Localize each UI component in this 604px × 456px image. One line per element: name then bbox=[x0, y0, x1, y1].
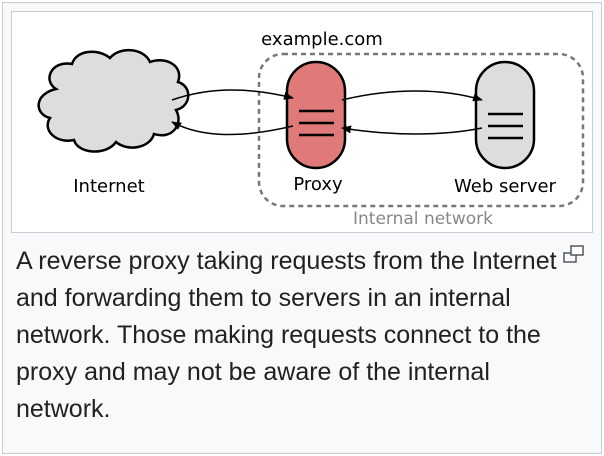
proxy-node bbox=[285, 60, 347, 170]
web-server-label: Web server bbox=[454, 176, 557, 197]
figure-caption: A reverse proxy taking requests from the… bbox=[16, 247, 557, 423]
figure-thumbnail: example.com Internal network Internet Pr… bbox=[2, 2, 602, 454]
magnify-clip-icon[interactable] bbox=[563, 245, 585, 263]
arrow-internet-to-proxy bbox=[171, 89, 294, 101]
domain-label: example.com bbox=[261, 29, 383, 50]
arrow-proxy-to-internet bbox=[171, 121, 294, 136]
internet-label: Internet bbox=[73, 176, 144, 197]
arrow-proxy-to-server bbox=[341, 90, 483, 102]
internet-cloud-icon bbox=[37, 49, 190, 153]
reverse-proxy-diagram: example.com Internal network Internet Pr… bbox=[37, 29, 585, 229]
internal-network-label: Internal network bbox=[353, 209, 493, 229]
arrow-server-to-proxy bbox=[341, 125, 483, 135]
diagram-image[interactable]: example.com Internal network Internet Pr… bbox=[11, 11, 593, 233]
proxy-label: Proxy bbox=[293, 174, 343, 195]
